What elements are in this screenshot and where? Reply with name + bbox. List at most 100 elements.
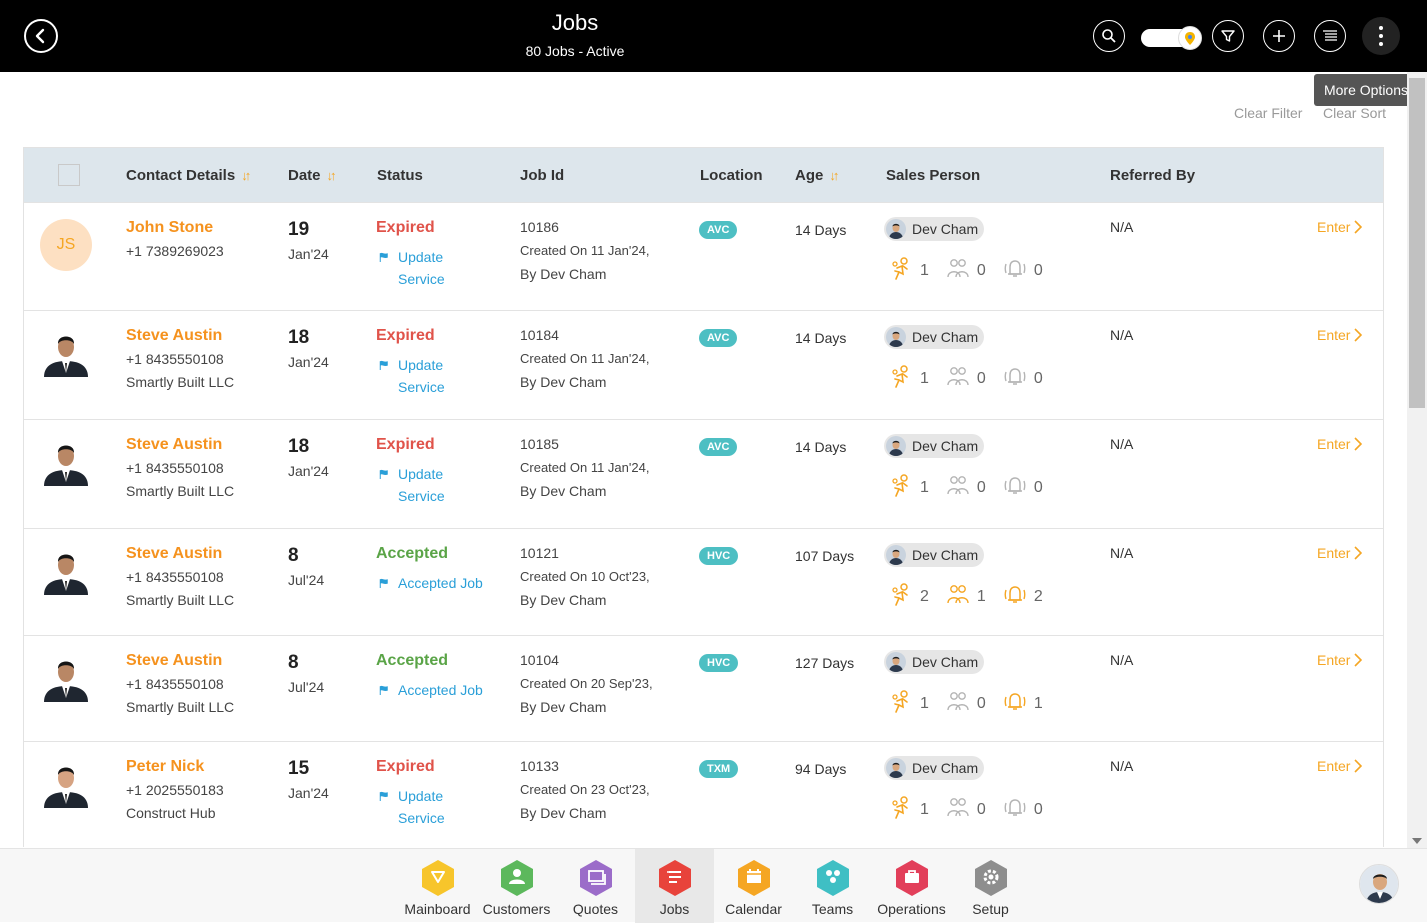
table-row[interactable]: Steve Austin +1 8435550108 Smartly Built L… (24, 419, 1383, 528)
status-action-label: Accepted Job (398, 682, 483, 698)
list-view-button[interactable] (1314, 20, 1346, 52)
table-row[interactable]: JS John Stone +1 7389269023 19 Jan'24 Expired… (24, 202, 1383, 310)
select-all-checkbox[interactable] (58, 164, 80, 186)
enter-button[interactable]: Enter (1317, 327, 1363, 343)
alarm-bell-icon[interactable] (1002, 581, 1032, 612)
job-id: 10133 (520, 758, 559, 774)
status-action-link[interactable]: Update Service (376, 246, 458, 290)
counter-1: 1 (920, 694, 929, 712)
team-icon[interactable] (945, 688, 975, 719)
alarm-bell-icon[interactable] (1002, 472, 1032, 503)
sales-person-chip[interactable]: Dev Cham (884, 217, 985, 241)
chevron-right-icon (1354, 546, 1363, 560)
location-badge: AVC (699, 221, 738, 239)
scroll-thumb[interactable] (1409, 78, 1425, 408)
counter-1: 1 (920, 261, 929, 279)
contact-name[interactable]: Steve Austin (126, 545, 222, 563)
table-row[interactable]: Steve Austin +1 8435550108 Smartly Built L… (24, 528, 1383, 635)
vertical-scrollbar[interactable] (1407, 72, 1427, 848)
team-icon[interactable] (945, 794, 975, 825)
job-id: 10185 (520, 436, 559, 452)
clear-sort-link[interactable]: Clear Sort (1323, 105, 1386, 121)
alarm-bell-icon[interactable] (1002, 794, 1032, 825)
contact-name[interactable]: John Stone (126, 219, 213, 237)
job-id: 10121 (520, 545, 559, 561)
kebab-dot (1379, 34, 1383, 38)
nav-setup[interactable]: Setup (951, 849, 1030, 923)
activity-counters: 1 0 0 (888, 794, 1057, 825)
alarm-bell-icon[interactable] (1002, 363, 1032, 394)
col-date[interactable]: Date ↓↑ (288, 167, 337, 184)
map-pin-icon (1178, 26, 1202, 50)
search-button[interactable] (1093, 20, 1125, 52)
user-avatar[interactable] (1359, 864, 1399, 904)
col-age[interactable]: Age ↓↑ (795, 167, 839, 184)
enter-label: Enter (1317, 219, 1351, 235)
status-action-link[interactable]: Accepted Job (376, 572, 488, 594)
contact-company: Construct Hub (126, 805, 216, 821)
enter-button[interactable]: Enter (1317, 545, 1363, 561)
nav-operations[interactable]: Operations (872, 849, 951, 923)
sales-person-chip[interactable]: Dev Cham (884, 325, 985, 349)
runner-icon[interactable] (888, 794, 918, 825)
nav-mainboard[interactable]: Mainboard (398, 849, 477, 923)
calendar-icon (736, 859, 772, 897)
enter-button[interactable]: Enter (1317, 652, 1363, 668)
enter-button[interactable]: Enter (1317, 436, 1363, 452)
list-icon (1323, 30, 1337, 41)
add-button[interactable] (1263, 20, 1295, 52)
col-contact[interactable]: Contact Details ↓↑ (126, 167, 251, 184)
contact-name[interactable]: Steve Austin (126, 652, 222, 670)
scroll-down-arrow-icon[interactable] (1412, 838, 1422, 844)
table-row[interactable]: Peter Nick +1 2025550183 Construct Hub 15 Ja… (24, 741, 1383, 851)
runner-icon[interactable] (888, 581, 918, 612)
clear-filter-link[interactable]: Clear Filter (1234, 105, 1302, 121)
kebab-dot (1379, 26, 1383, 30)
nav-teams[interactable]: Teams (793, 849, 872, 923)
status-action-link[interactable]: Accepted Job (376, 679, 488, 701)
team-icon[interactable] (945, 472, 975, 503)
filter-button[interactable] (1212, 20, 1244, 52)
enter-button[interactable]: Enter (1317, 758, 1363, 774)
status-action-label: Update Service (398, 788, 445, 826)
runner-icon[interactable] (888, 363, 918, 394)
job-status: Expired (376, 219, 435, 236)
nav-jobs[interactable]: Jobs (635, 849, 714, 923)
team-icon[interactable] (945, 363, 975, 394)
table-row[interactable]: Steve Austin +1 8435550108 Smartly Built L… (24, 310, 1383, 419)
alarm-bell-icon[interactable] (1002, 255, 1032, 286)
search-icon (1102, 29, 1116, 43)
job-created: Created On 11 Jan'24, (520, 351, 650, 366)
sales-person-chip[interactable]: Dev Cham (884, 756, 985, 780)
table-row[interactable]: Steve Austin +1 8435550108 Smartly Built L… (24, 635, 1383, 741)
job-status: Accepted (376, 652, 449, 669)
nav-quotes[interactable]: Quotes (556, 849, 635, 923)
job-date-month: Jul'24 (288, 572, 325, 588)
sales-person-chip[interactable]: Dev Cham (884, 543, 985, 567)
runner-icon[interactable] (888, 472, 918, 503)
referred-by: N/A (1110, 219, 1134, 235)
more-options-button[interactable] (1362, 17, 1400, 55)
status-action-link[interactable]: Update Service (376, 354, 458, 398)
counter-1: 2 (920, 587, 929, 605)
alarm-bell-icon[interactable] (1002, 688, 1032, 719)
nav-customers[interactable]: Customers (477, 849, 556, 923)
quotes-icon (578, 859, 614, 897)
contact-name[interactable]: Steve Austin (126, 436, 222, 454)
team-icon[interactable] (945, 255, 975, 286)
runner-icon[interactable] (888, 688, 918, 719)
map-view-toggle[interactable] (1141, 26, 1202, 50)
job-age: 94 Days (795, 761, 847, 777)
enter-button[interactable]: Enter (1317, 219, 1363, 235)
col-status: Status (377, 167, 423, 184)
team-icon[interactable] (945, 581, 975, 612)
sales-person-chip[interactable]: Dev Cham (884, 434, 985, 458)
sales-person-chip[interactable]: Dev Cham (884, 650, 985, 674)
contact-name[interactable]: Peter Nick (126, 758, 204, 776)
location-badge: AVC (699, 329, 738, 347)
status-action-link[interactable]: Update Service (376, 463, 458, 507)
nav-calendar[interactable]: Calendar (714, 849, 793, 923)
runner-icon[interactable] (888, 255, 918, 286)
status-action-link[interactable]: Update Service (376, 785, 458, 829)
contact-name[interactable]: Steve Austin (126, 327, 222, 345)
